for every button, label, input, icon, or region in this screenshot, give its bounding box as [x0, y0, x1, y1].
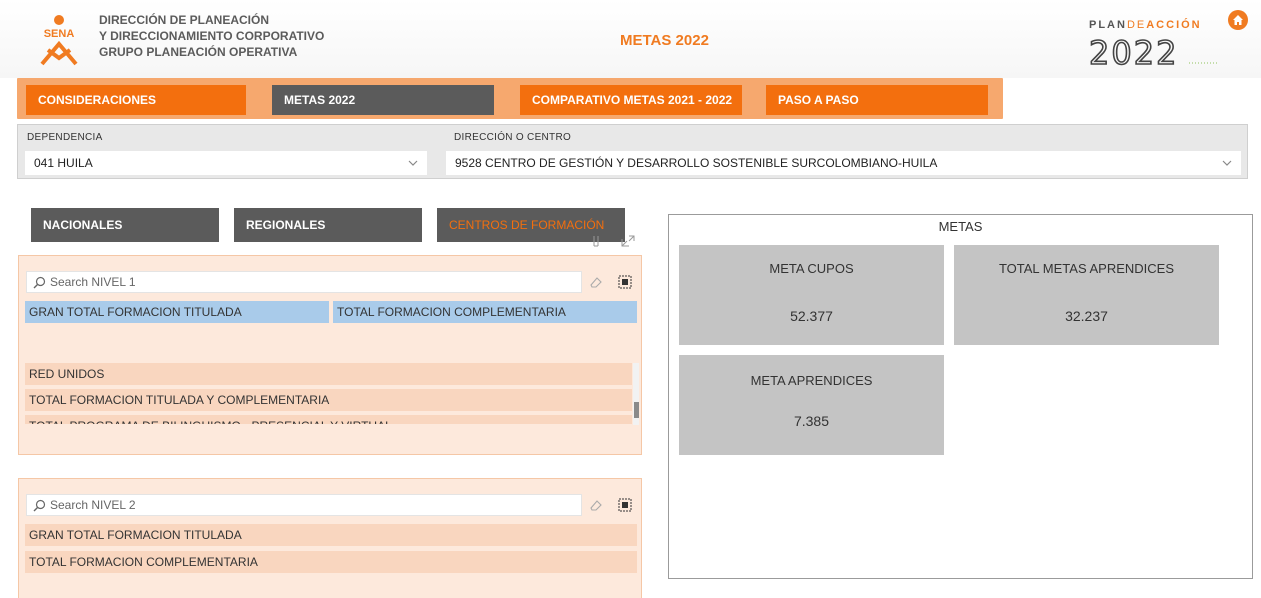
card-label: META CUPOS [769, 261, 854, 276]
chevron-down-icon [1222, 160, 1232, 166]
plan-word-de: DE [1126, 19, 1147, 31]
dependencia-dropdown[interactable]: 041 HUILA [25, 151, 427, 175]
nav-consideraciones[interactable]: CONSIDERACIONES [26, 85, 246, 115]
list-item[interactable]: TOTAL FORMACION TITULADA Y COMPLEMENTARI… [25, 389, 632, 411]
dependencia-value: 041 HUILA [34, 156, 93, 170]
eraser-icon[interactable] [588, 497, 604, 513]
list-item[interactable]: TOTAL FORMACION COMPLEMENTARIA [25, 551, 637, 573]
plan-accion-logo-text: PLANDEACCIÓN [1089, 19, 1202, 31]
nav-metas-2022[interactable]: METAS 2022 [272, 85, 494, 115]
card-value: 7.385 [793, 413, 830, 429]
tab-nacionales[interactable]: NACIONALES [31, 208, 219, 242]
list-item[interactable]: TOTAL PROGRAMA DE BILINGUISMO - PRESENCI… [25, 415, 632, 424]
org-line-2: Y DIRECCIONAMIENTO CORPORATIVO [99, 29, 325, 43]
direccion-label: DIRECCIÓN O CENTRO [454, 132, 572, 143]
select-all-icon[interactable] [617, 274, 633, 290]
direccion-value: 9528 CENTRO DE GESTIÓN Y DESARROLLO SOST… [455, 156, 938, 170]
card-label: META APRENDICES [750, 373, 873, 388]
card-label: TOTAL METAS APRENDICES [998, 261, 1175, 276]
nav-paso-a-paso[interactable]: PASO A PASO [766, 85, 988, 115]
plan-year: 2022 [1089, 34, 1178, 68]
slicer-nivel-1-item-selected[interactable]: TOTAL FORMACION COMPLEMENTARIA [333, 301, 637, 323]
tab-regionales[interactable]: REGIONALES [234, 208, 422, 242]
slicer-nivel-1-list: RED UNIDOS TOTAL FORMACION TITULADA Y CO… [25, 363, 632, 424]
search-nivel-1-input[interactable]: Search NIVEL 1 [26, 271, 582, 293]
list-item[interactable]: RED UNIDOS [25, 363, 632, 385]
sena-logo: SENA [40, 15, 78, 66]
nav-comparativo[interactable]: COMPARATIVO METAS 2021 - 2022 [520, 85, 742, 115]
org-name: DIRECCIÓN DE PLANEACIÓN Y DIRECCIONAMIEN… [99, 12, 324, 60]
search-nivel-2-input[interactable]: Search NIVEL 2 [26, 494, 582, 516]
sena-logo-text: SENA [44, 28, 75, 40]
eraser-icon[interactable] [588, 274, 604, 290]
list-item[interactable]: GRAN TOTAL FORMACION TITULADA [25, 524, 637, 546]
card-meta-aprendices: META APRENDICES 7.385 [679, 355, 944, 455]
page-title: METAS 2022 [620, 32, 709, 49]
org-line-1: DIRECCIÓN DE PLANEACIÓN [99, 13, 270, 27]
plan-word-accion: ACCIÓN [1146, 19, 1202, 31]
card-value: 32.237 [1065, 308, 1108, 324]
dependencia-label: DEPENDENCIA [27, 132, 103, 143]
select-all-icon[interactable] [617, 497, 633, 513]
home-icon [1233, 15, 1243, 25]
filter-pin-icon[interactable] [590, 234, 602, 248]
focus-mode-icon[interactable] [620, 234, 636, 248]
chevron-down-icon [408, 160, 418, 166]
card-value: 52.377 [790, 308, 833, 324]
metas-title: METAS [938, 219, 983, 234]
card-meta-cupos: META CUPOS 52.377 [679, 245, 944, 345]
scrollbar-thumb[interactable] [634, 402, 639, 418]
home-button[interactable] [1228, 10, 1248, 30]
search-nivel-1-placeholder: Search NIVEL 1 [50, 275, 136, 289]
search-nivel-2-placeholder: Search NIVEL 2 [50, 498, 136, 512]
plan-word-plan: PLAN [1089, 19, 1127, 31]
card-total-metas-aprendices: TOTAL METAS APRENDICES 32.237 [954, 245, 1219, 345]
plan-year-logo: 2022 [1089, 34, 1219, 68]
org-line-3: GRUPO PLANEACIÓN OPERATIVA [99, 45, 298, 59]
search-icon [33, 499, 46, 511]
search-icon [33, 276, 46, 288]
slicer-nivel-1-item-selected[interactable]: GRAN TOTAL FORMACION TITULADA [25, 301, 329, 323]
direccion-dropdown[interactable]: 9528 CENTRO DE GESTIÓN Y DESARROLLO SOST… [446, 151, 1241, 175]
